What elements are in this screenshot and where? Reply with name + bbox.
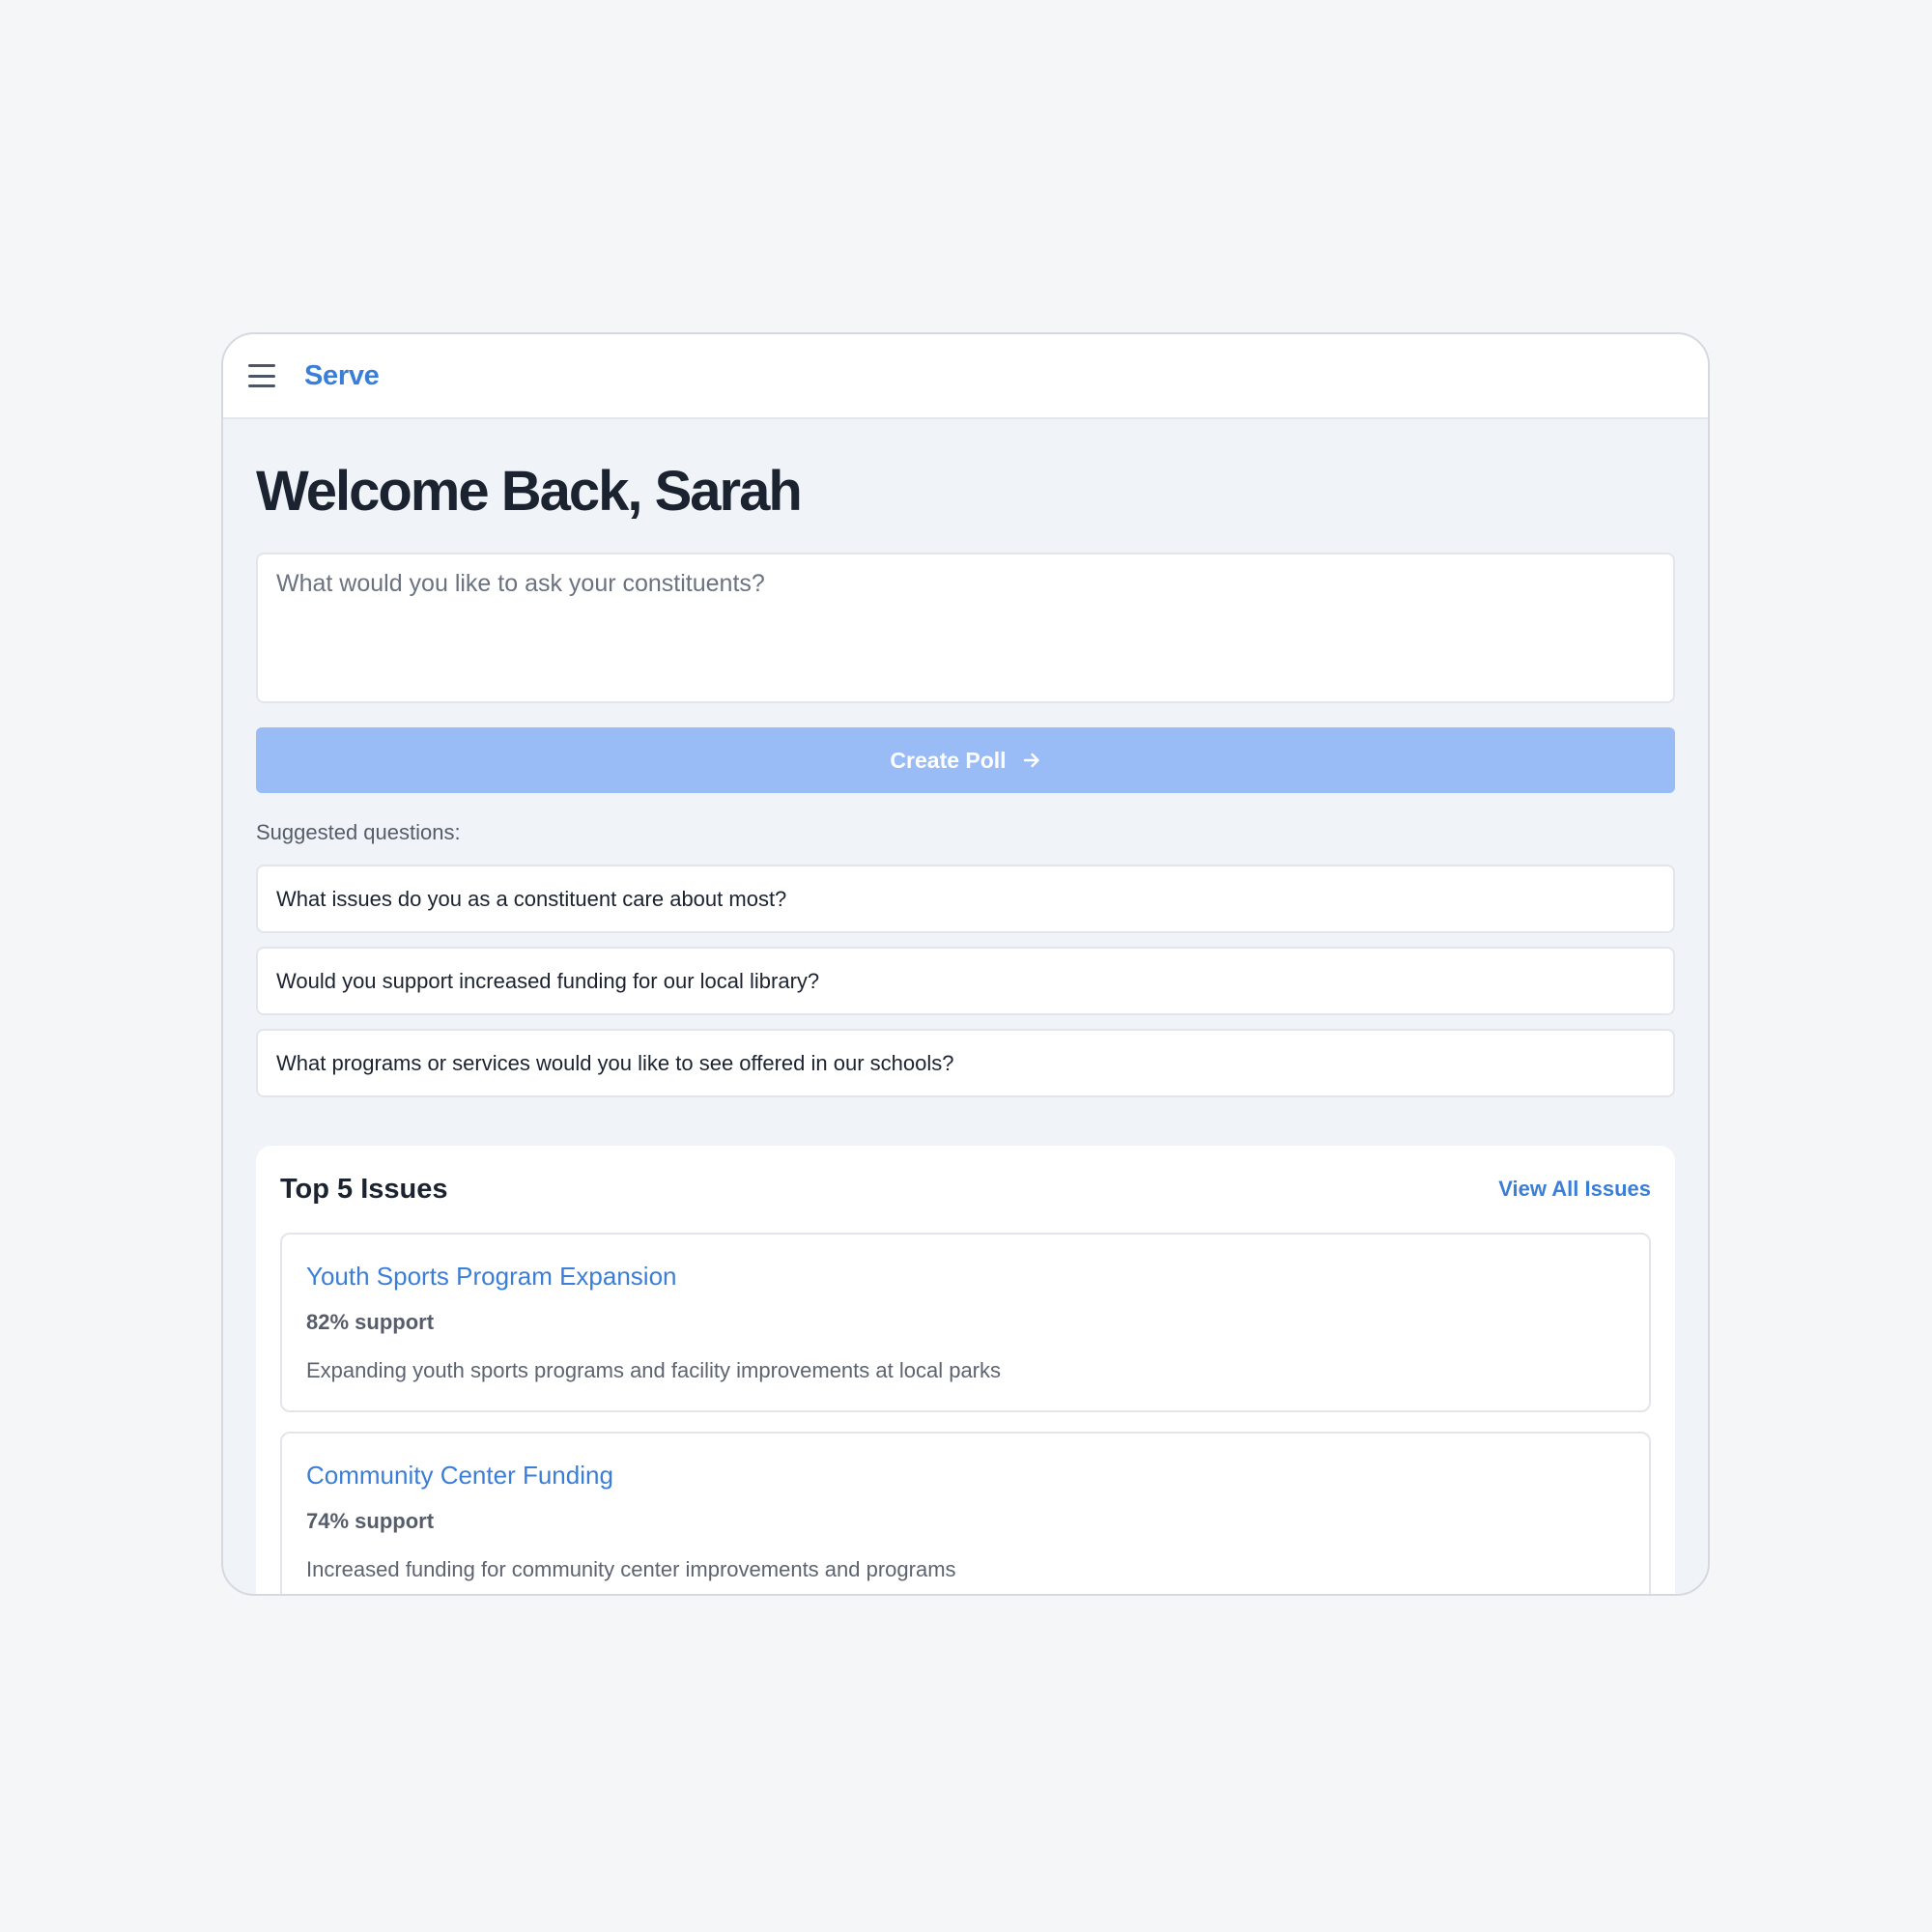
issue-title[interactable]: Youth Sports Program Expansion: [306, 1260, 1625, 1293]
suggested-question[interactable]: What programs or services would you like…: [256, 1029, 1675, 1097]
issue-description: Expanding youth sports programs and faci…: [306, 1358, 1002, 1382]
issue-description: Increased funding for community center i…: [306, 1557, 956, 1581]
issue-card[interactable]: Youth Sports Program Expansion 82% suppo…: [280, 1233, 1651, 1412]
arrow-right-icon: [1022, 751, 1041, 770]
create-poll-label: Create Poll: [890, 747, 1007, 773]
menu-icon[interactable]: [248, 364, 275, 387]
suggested-question[interactable]: What issues do you as a constituent care…: [256, 865, 1675, 933]
brand-logo[interactable]: Serve: [304, 360, 380, 392]
issues-title: Top 5 Issues: [280, 1173, 448, 1205]
suggestions-list: What issues do you as a constituent care…: [256, 865, 1675, 1097]
question-input[interactable]: What would you like to ask your constitu…: [256, 553, 1675, 703]
suggested-questions-label: Suggested questions:: [256, 820, 461, 844]
issue-title[interactable]: Community Center Funding: [306, 1459, 1625, 1492]
issue-support: 74% support: [306, 1509, 435, 1533]
issues-header: Top 5 Issues View All Issues: [280, 1169, 1651, 1209]
app-window: Serve Welcome Back, Sarah What would you…: [221, 332, 1710, 1596]
view-all-issues-link[interactable]: View All Issues: [1498, 1177, 1651, 1202]
top-bar: Serve: [223, 334, 1708, 419]
page-title: Welcome Back, Sarah: [256, 460, 803, 523]
issue-card[interactable]: Community Center Funding 74% support Inc…: [280, 1432, 1651, 1594]
create-poll-button[interactable]: Create Poll: [256, 727, 1675, 793]
suggested-question[interactable]: Would you support increased funding for …: [256, 947, 1675, 1015]
top-issues-panel: Top 5 Issues View All Issues Youth Sport…: [256, 1146, 1675, 1594]
issue-support: 82% support: [306, 1310, 435, 1334]
main-content: Welcome Back, Sarah What would you like …: [223, 458, 1708, 1594]
